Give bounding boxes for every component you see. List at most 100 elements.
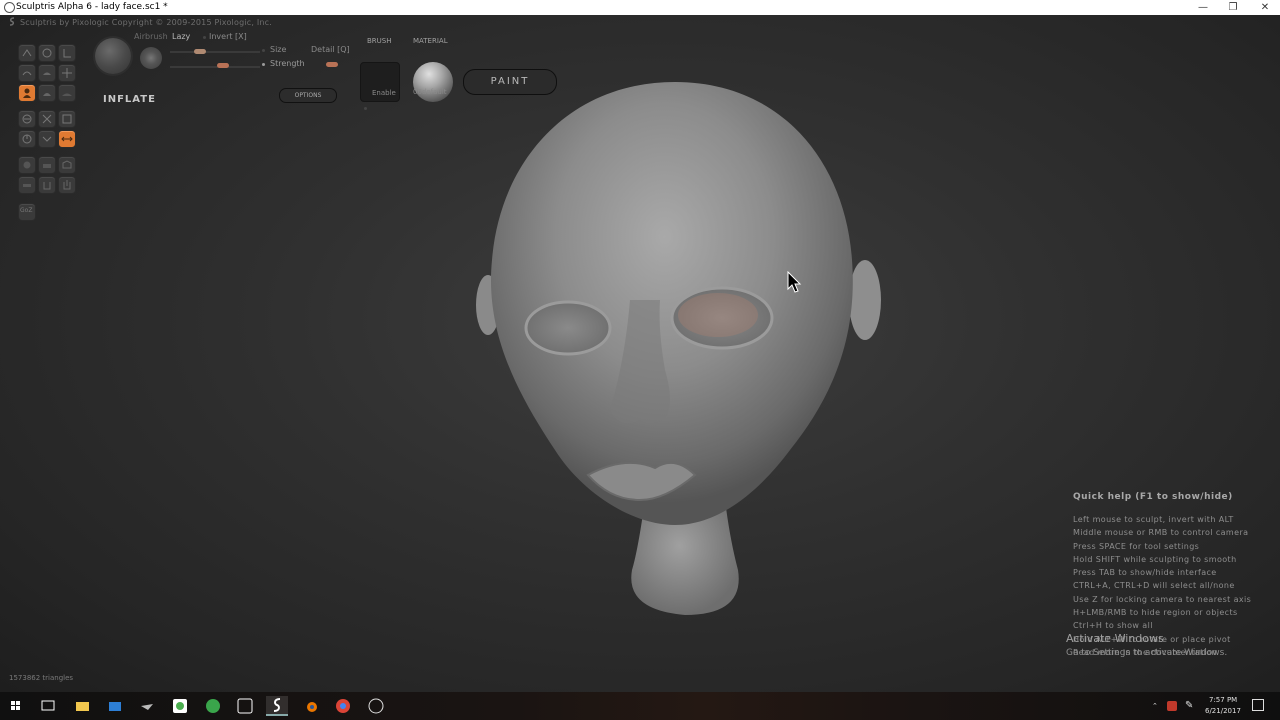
sculptris-logo-icon bbox=[9, 17, 15, 26]
action-center-icon[interactable] bbox=[1252, 699, 1264, 711]
open-icon[interactable] bbox=[58, 156, 76, 174]
app-icon-3[interactable] bbox=[234, 696, 256, 716]
app-glyph-2 bbox=[206, 699, 220, 713]
app-glyph-3 bbox=[237, 698, 253, 714]
app-glyph-4 bbox=[368, 698, 384, 714]
help-line: Middle mouse or RMB to control camera bbox=[1073, 528, 1249, 538]
enable-dot bbox=[364, 107, 367, 110]
app-icon-2[interactable] bbox=[202, 696, 224, 716]
new-plane-glyph bbox=[43, 164, 51, 168]
rotate-icon[interactable] bbox=[38, 44, 56, 62]
activate-windows-title: Activate Windows bbox=[1066, 632, 1164, 645]
axis-icon[interactable] bbox=[58, 130, 76, 148]
save-icon[interactable] bbox=[18, 176, 36, 194]
detail-toggle[interactable]: Detail [Q] bbox=[311, 45, 350, 54]
help-line: Use Z for locking camera to nearest axis bbox=[1073, 594, 1252, 604]
pinch-glyph bbox=[43, 93, 51, 96]
help-line: H+LMB/RMB to hide region or objects bbox=[1073, 608, 1238, 618]
invert-toggle[interactable]: Invert [X] bbox=[209, 32, 247, 41]
app-icon-4[interactable] bbox=[365, 696, 387, 716]
flatten-icon[interactable] bbox=[38, 64, 56, 82]
stroke-dial[interactable] bbox=[140, 47, 162, 69]
help-line: Press SPACE for tool settings bbox=[1073, 541, 1200, 551]
windows-start-icon[interactable] bbox=[5, 696, 27, 716]
smooth-icon[interactable] bbox=[58, 84, 76, 102]
draw-icon[interactable] bbox=[18, 44, 36, 62]
crease-icon[interactable] bbox=[18, 64, 36, 82]
help-line: Press TAB to show/hide interface bbox=[1073, 568, 1217, 578]
axis-glyph bbox=[61, 136, 73, 142]
size-slider-track[interactable] bbox=[170, 66, 260, 68]
sculptris-glyph bbox=[273, 698, 281, 712]
window-title: Sculptris Alpha 6 - lady face.sc1 * bbox=[16, 2, 168, 12]
chrome-icon[interactable] bbox=[169, 696, 191, 716]
size-slider-knob[interactable] bbox=[217, 63, 229, 68]
strength-dot bbox=[262, 63, 265, 66]
close-icon[interactable]: ✕ bbox=[1250, 0, 1280, 15]
inflate-glyph bbox=[23, 88, 31, 98]
sculpt-viewport[interactable]: Sculptris by Pixologic Copyright © 2009-… bbox=[0, 15, 1280, 692]
goz-icon[interactable]: GoZ bbox=[18, 203, 36, 221]
brush-preview-avatar[interactable] bbox=[95, 38, 131, 74]
tray-expand-icon[interactable]: ⌃ bbox=[1152, 702, 1158, 710]
mask-icon[interactable] bbox=[38, 110, 56, 128]
material-label: MATERIAL bbox=[413, 37, 448, 45]
import-icon[interactable] bbox=[38, 176, 56, 194]
brush-label: BRUSH bbox=[367, 37, 392, 45]
draw-glyph bbox=[22, 49, 32, 57]
subdivide-glyph bbox=[62, 114, 72, 124]
app-glyph-1 bbox=[141, 704, 153, 710]
options-button[interactable]: OPTIONS bbox=[279, 88, 337, 103]
subdivide-icon[interactable] bbox=[58, 110, 76, 128]
import-glyph bbox=[43, 182, 51, 190]
store-icon[interactable] bbox=[104, 696, 126, 716]
tray-app-icon[interactable] bbox=[1167, 701, 1177, 711]
wireframe-glyph bbox=[22, 134, 32, 144]
lazy-slider-track[interactable] bbox=[170, 51, 260, 53]
grab-glyph bbox=[62, 68, 72, 78]
head-model[interactable] bbox=[460, 70, 900, 630]
task-view-icon[interactable] bbox=[37, 696, 59, 716]
file-explorer-icon[interactable] bbox=[71, 696, 93, 716]
pen-icon[interactable]: ✎ bbox=[1185, 700, 1193, 711]
wireframe-icon[interactable] bbox=[18, 130, 36, 148]
new-sphere-icon[interactable] bbox=[18, 156, 36, 174]
lazy-slider-knob[interactable] bbox=[194, 49, 206, 54]
new-plane-icon[interactable] bbox=[38, 156, 56, 174]
windows-logo-glyph bbox=[11, 701, 20, 710]
blender-glyph bbox=[307, 702, 317, 712]
lazy-toggle[interactable]: Lazy bbox=[172, 32, 190, 41]
head-shape bbox=[490, 82, 853, 525]
airbrush-toggle[interactable]: Airbrush bbox=[134, 32, 168, 41]
invert-dot bbox=[203, 36, 206, 39]
crease-glyph bbox=[22, 71, 32, 76]
enable-toggle[interactable]: Enable bbox=[372, 89, 396, 97]
clock-date[interactable]: 6/21/2017 bbox=[1205, 707, 1241, 715]
window-titlebar: Sculptris Alpha 6 - lady face.sc1 * — ❐ … bbox=[0, 0, 1280, 15]
reduce-icon[interactable] bbox=[18, 110, 36, 128]
windows-taskbar: ⌃ ✎ 7:57 PM 6/21/2017 bbox=[0, 692, 1280, 720]
pinch-icon[interactable] bbox=[38, 84, 56, 102]
blender-icon[interactable] bbox=[300, 696, 322, 716]
export-glyph bbox=[63, 180, 71, 190]
sculptris-icon[interactable] bbox=[266, 696, 288, 716]
chrome-icon-2[interactable] bbox=[332, 696, 354, 716]
sculptris-app-icon bbox=[4, 2, 15, 13]
inflate-icon[interactable] bbox=[18, 84, 36, 102]
material-preview-ball[interactable] bbox=[413, 62, 453, 102]
mask-glyph bbox=[42, 114, 52, 124]
restore-icon[interactable]: ❐ bbox=[1218, 0, 1248, 15]
export-icon[interactable] bbox=[58, 176, 76, 194]
grab-icon[interactable] bbox=[58, 64, 76, 82]
left-eye-shape bbox=[524, 300, 612, 356]
size-label: Size bbox=[270, 45, 287, 54]
symmetry-icon[interactable] bbox=[38, 130, 56, 148]
clock-time[interactable]: 7:57 PM bbox=[1209, 696, 1237, 704]
app-icon-1[interactable] bbox=[136, 696, 158, 716]
minimize-icon[interactable]: — bbox=[1188, 0, 1218, 15]
mouse-cursor-icon bbox=[787, 271, 802, 293]
strength-slider-knob[interactable] bbox=[326, 62, 338, 67]
scale-icon[interactable] bbox=[58, 44, 76, 62]
active-tool-name: INFLATE bbox=[103, 94, 156, 105]
material-name: 00default bbox=[413, 88, 447, 96]
